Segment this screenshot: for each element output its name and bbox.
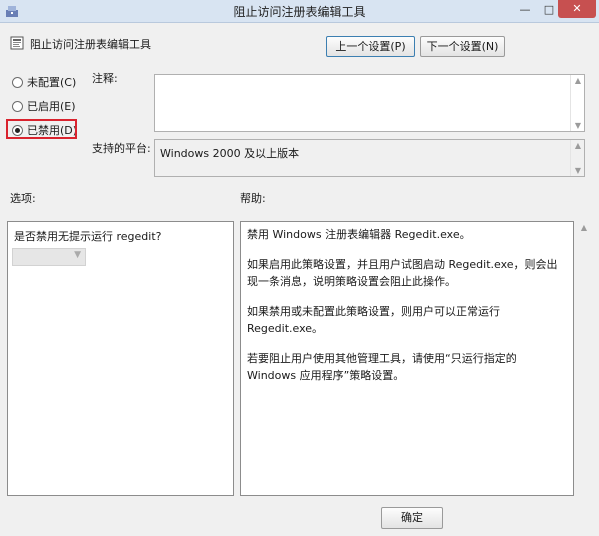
radio-not-configured-indicator[interactable] (12, 76, 23, 88)
comment-textarea[interactable]: ▲ ▼ (154, 74, 585, 132)
supported-platform-label: 支持的平台: (92, 142, 151, 155)
policy-setting-icon (10, 36, 24, 50)
window-title: 阻止访问注册表编辑工具 (233, 5, 366, 19)
help-paragraph: 禁用 Windows 注册表编辑器 Regedit.exe。 (247, 228, 471, 241)
maximize-icon: □ (543, 3, 555, 16)
policy-name: 阻止访问注册表编辑工具 (30, 38, 151, 51)
option-select[interactable]: ▼ (12, 248, 86, 266)
scroll-down-icon[interactable]: ▼ (571, 121, 585, 130)
scroll-down-icon[interactable]: ▼ (571, 166, 585, 175)
help-paragraph: 若要阻止用户使用其他管理工具，请使用“只运行指定的 Windows 应用程序”策… (247, 352, 517, 382)
radio-not-configured[interactable]: 未配置(C) (12, 74, 76, 90)
option-prompt: 是否禁用无提示运行 regedit? (14, 230, 162, 243)
scroll-up-icon[interactable]: ▲ (571, 76, 585, 85)
highlight-box (6, 119, 77, 139)
radio-enabled-label: 已启用(E) (27, 100, 76, 113)
title-bar[interactable]: 阻止访问注册表编辑工具 — □ ✕ (0, 0, 599, 23)
ok-button[interactable]: 确定 (381, 507, 443, 529)
radio-not-configured-label: 未配置(C) (27, 76, 77, 89)
help-scrollbar[interactable]: ▲ (576, 221, 592, 496)
minimize-icon: — (519, 3, 531, 16)
previous-setting-button[interactable]: 上一个设置(P) (326, 36, 415, 57)
help-paragraph: 如果禁用或未配置此策略设置，则用户可以正常运行 Regedit.exe。 (247, 305, 500, 335)
scroll-up-icon[interactable]: ▲ (576, 223, 592, 232)
options-label: 选项: (10, 192, 36, 205)
platform-scrollbar[interactable]: ▲ ▼ (570, 140, 584, 176)
help-paragraph: 如果启用此策略设置，并且用户试图启动 Regedit.exe，则会出现一条消息，… (247, 258, 558, 288)
options-panel: 是否禁用无提示运行 regedit? ▼ (7, 221, 234, 496)
chevron-down-icon: ▼ (74, 250, 81, 260)
comment-label: 注释: (92, 72, 118, 85)
help-label: 帮助: (240, 192, 266, 205)
radio-enabled[interactable]: 已启用(E) (12, 98, 76, 114)
next-setting-button[interactable]: 下一个设置(N) (420, 36, 505, 57)
scroll-up-icon[interactable]: ▲ (571, 141, 585, 150)
supported-platform-field: Windows 2000 及以上版本 ▲ ▼ (154, 139, 585, 177)
supported-platform-value: Windows 2000 及以上版本 (160, 147, 300, 160)
comment-scrollbar[interactable]: ▲ ▼ (570, 75, 584, 131)
close-icon: ✕ (572, 2, 582, 15)
close-button[interactable]: ✕ (558, 0, 596, 18)
help-panel: 禁用 Windows 注册表编辑器 Regedit.exe。 如果启用此策略设置… (240, 221, 574, 496)
radio-enabled-indicator[interactable] (12, 100, 23, 112)
